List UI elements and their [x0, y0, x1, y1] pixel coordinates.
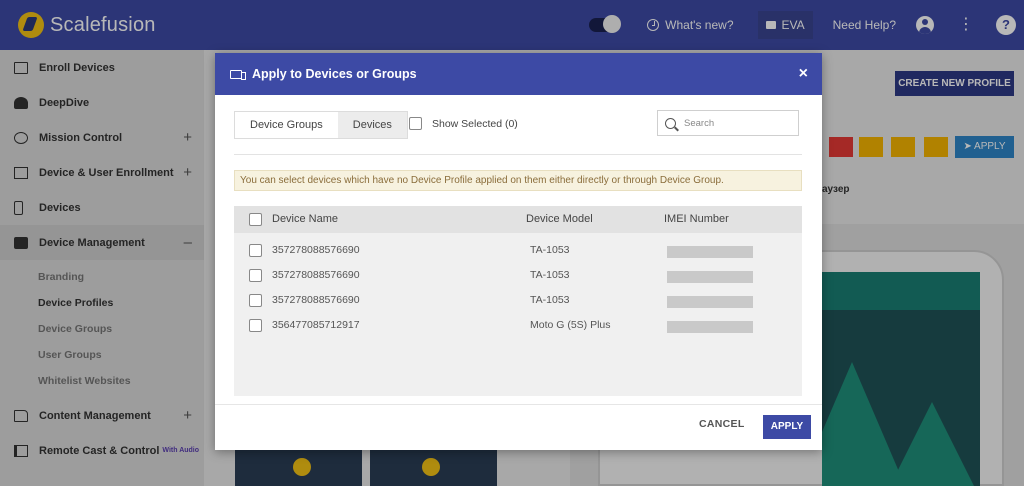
show-selected-label: Show Selected (0) — [432, 117, 518, 130]
row-checkbox[interactable] — [249, 319, 262, 332]
devices-icon — [230, 69, 246, 80]
device-model-cell: TA-1053 — [530, 294, 570, 306]
column-imei-number[interactable]: IMEI Number — [664, 213, 729, 225]
select-all-checkbox[interactable] — [249, 213, 262, 226]
search-input[interactable] — [684, 117, 784, 129]
row-checkbox[interactable] — [249, 269, 262, 282]
device-model-cell: TA-1053 — [530, 244, 570, 256]
search-icon — [665, 117, 676, 129]
device-name-cell: 357278088576690 — [272, 269, 360, 281]
device-model-cell: TA-1053 — [530, 269, 570, 281]
row-checkbox[interactable] — [249, 244, 262, 257]
imei-redacted — [667, 296, 753, 308]
show-selected-checkbox[interactable] — [409, 117, 422, 130]
table-row[interactable]: 357278088576690 TA-1053 — [234, 288, 802, 313]
info-banner: You can select devices which have no Dev… — [234, 170, 802, 191]
table-row[interactable]: 356477085712917 Moto G (5S) Plus — [234, 313, 802, 338]
dialog-header: Apply to Devices or Groups × — [215, 53, 822, 95]
tab-devices[interactable]: Devices — [337, 112, 407, 138]
dialog-footer: CANCEL APPLY — [215, 404, 822, 450]
device-model-cell: Moto G (5S) Plus — [530, 319, 611, 331]
imei-redacted — [667, 246, 753, 258]
device-name-cell: 357278088576690 — [272, 244, 360, 256]
device-name-cell: 356477085712917 — [272, 319, 360, 331]
device-name-cell: 357278088576690 — [272, 294, 360, 306]
table-header: Device Name Device Model IMEI Number — [234, 206, 802, 233]
cancel-button[interactable]: CANCEL — [699, 418, 745, 430]
search-box[interactable] — [657, 110, 799, 136]
selection-tabs: Device Groups Devices — [234, 111, 408, 139]
apply-button[interactable]: APPLY — [763, 415, 811, 439]
devices-table: Device Name Device Model IMEI Number 357… — [234, 206, 802, 396]
divider — [234, 154, 802, 155]
column-device-model[interactable]: Device Model — [526, 213, 593, 225]
close-icon[interactable]: × — [799, 64, 808, 84]
show-selected-toggle[interactable]: Show Selected (0) — [409, 117, 518, 130]
apply-dialog: Apply to Devices or Groups × Device Grou… — [215, 53, 822, 450]
row-checkbox[interactable] — [249, 294, 262, 307]
column-device-name[interactable]: Device Name — [272, 213, 338, 225]
imei-redacted — [667, 321, 753, 333]
table-row[interactable]: 357278088576690 TA-1053 — [234, 238, 802, 263]
imei-redacted — [667, 271, 753, 283]
table-row[interactable]: 357278088576690 TA-1053 — [234, 263, 802, 288]
dialog-title: Apply to Devices or Groups — [252, 67, 417, 81]
tab-device-groups[interactable]: Device Groups — [235, 112, 338, 138]
